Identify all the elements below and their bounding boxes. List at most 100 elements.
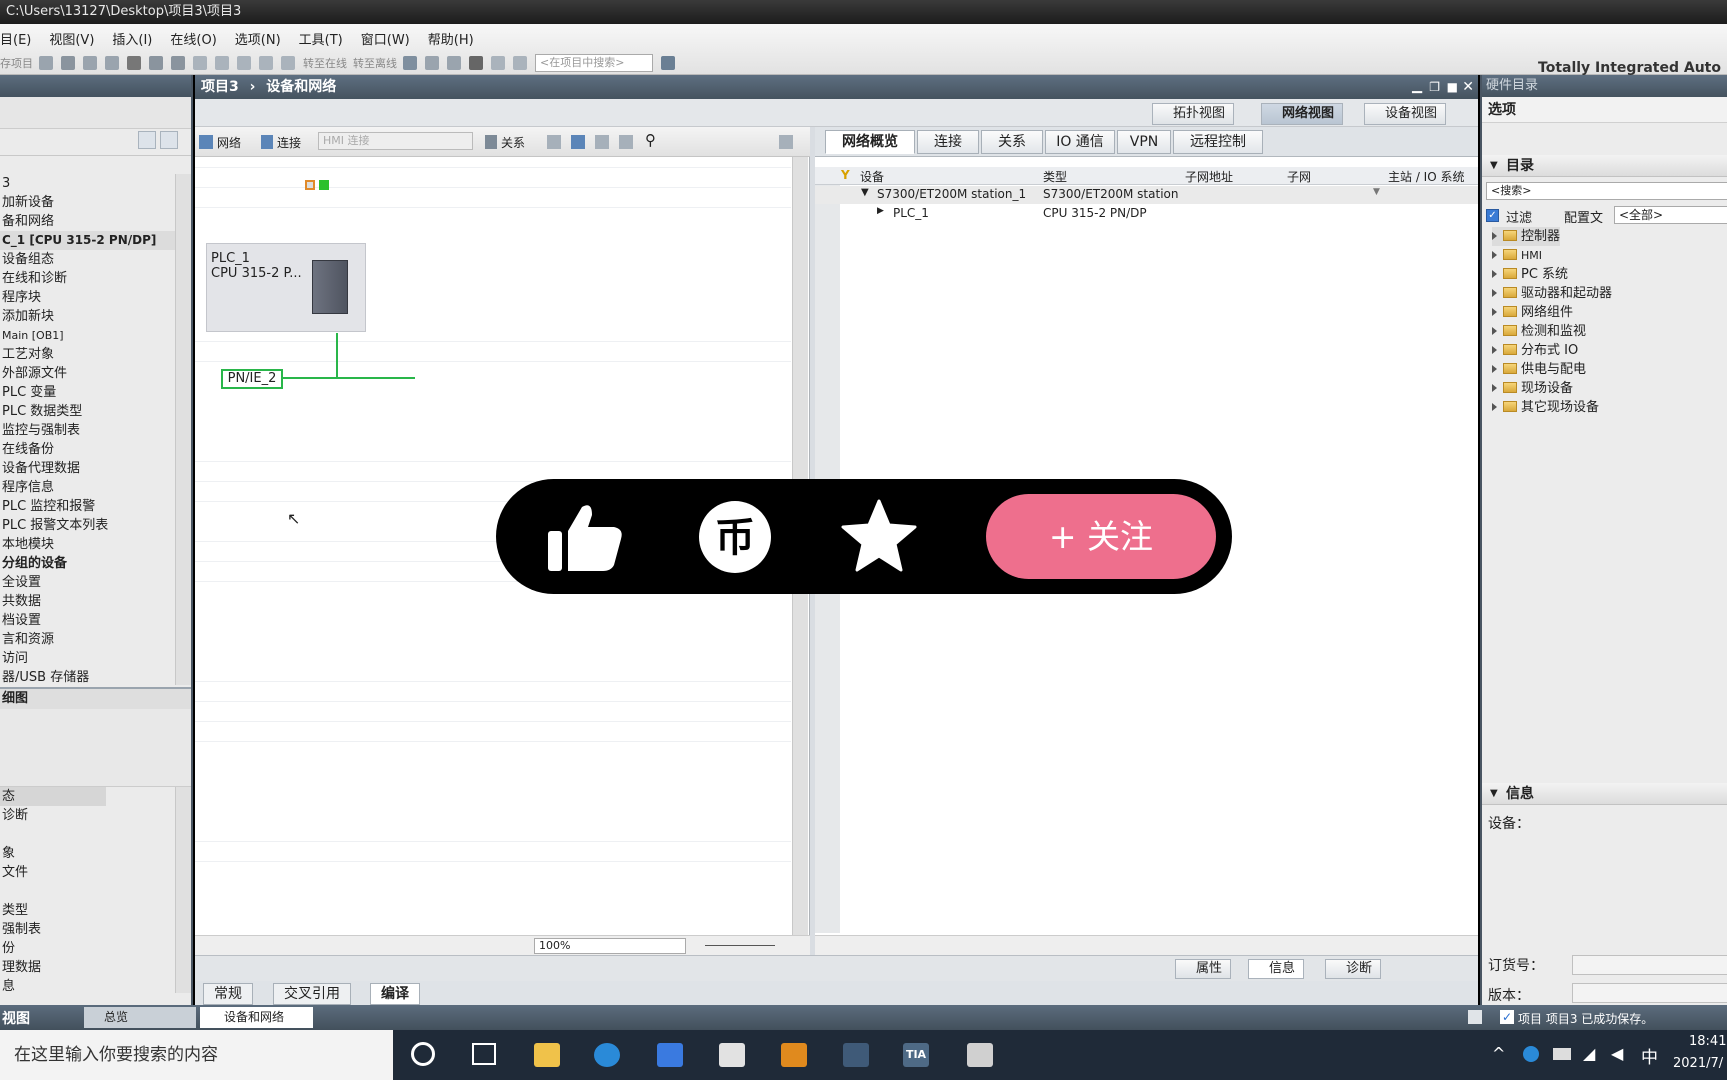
topology-view-tab[interactable]: 拓扑视图 [1152, 103, 1235, 125]
catalog-item-drives[interactable]: 驱动器和起动器 [1492, 284, 1612, 303]
tab-compile[interactable]: 编译 [370, 983, 420, 1005]
expand-icon[interactable] [1492, 384, 1497, 392]
paste-icon[interactable] [105, 56, 119, 70]
tree-view-icon[interactable] [138, 131, 156, 149]
column-device[interactable]: 设备 [860, 168, 884, 185]
expand-icon[interactable] [1492, 289, 1497, 297]
details-item[interactable]: 象 [0, 844, 175, 863]
catalog-options[interactable]: 选项 [1482, 97, 1727, 123]
device-view-tab[interactable]: 设备视图 [1364, 103, 1447, 125]
cut-icon[interactable] [61, 56, 75, 70]
tab-general[interactable]: 常规 [203, 983, 253, 1005]
details-item[interactable]: 强制表 [0, 920, 175, 939]
filter-checkbox[interactable]: ✓ [1486, 209, 1499, 222]
tree-item-alarm-texts[interactable]: PLC 报警文本列表 [0, 516, 175, 535]
column-subnet[interactable]: 子网 [1287, 168, 1311, 185]
restore-icon[interactable]: ❐ [1429, 75, 1440, 99]
details-item[interactable]: 份 [0, 939, 175, 958]
connections-mode-button[interactable]: 连接 [277, 134, 301, 151]
tree-item-watch-tables[interactable]: 监控与强制表 [0, 421, 175, 440]
tree-item-plc-alarms[interactable]: PLC 监控和报警 [0, 497, 175, 516]
tree-item-plc-tags[interactable]: PLC 变量 [0, 383, 175, 402]
cortana-icon[interactable] [411, 1042, 435, 1066]
network-horizontal-scrollbar[interactable]: 100% [195, 935, 810, 955]
diagnostics-tab[interactable]: 诊断 [1325, 959, 1382, 979]
expand-icon[interactable] [1492, 232, 1497, 240]
expand-icon[interactable] [1492, 365, 1497, 373]
maximize-icon[interactable]: ■ [1447, 75, 1458, 99]
project-tree-scrollbar[interactable] [175, 174, 191, 685]
details-item[interactable]: 息 [0, 977, 175, 996]
remote-app-icon[interactable] [781, 1043, 807, 1067]
tree-item-add-block[interactable]: 添加新块 [0, 307, 175, 326]
profinet-port-icon[interactable] [305, 180, 315, 190]
tree-item-add-device[interactable]: 加新设备 [0, 193, 175, 212]
calculator-icon[interactable] [843, 1043, 869, 1067]
wifi-icon[interactable]: ◢ [1583, 1044, 1595, 1063]
cross-reference-icon[interactable] [469, 56, 483, 70]
tree-item-devices-networks[interactable]: 备和网络 [0, 212, 175, 231]
tab-relations[interactable]: 关系 [981, 130, 1043, 154]
grid-icon[interactable] [595, 135, 609, 149]
expand-down-icon[interactable]: ▼ [861, 187, 869, 198]
tree-item-main-ob1[interactable]: Main [OB1] [0, 326, 175, 345]
catalog-item-power[interactable]: 供电与配电 [1492, 360, 1586, 379]
overview-toggle-icon[interactable] [779, 135, 793, 149]
edge-browser-icon[interactable] [594, 1043, 620, 1067]
filter-icon[interactable]: Y [841, 168, 850, 182]
tree-item-device-proxy[interactable]: 设备代理数据 [0, 459, 175, 478]
tree-item-tech-objects[interactable]: 工艺对象 [0, 345, 175, 364]
catalog-item-distributed-io[interactable]: 分布式 IO [1492, 341, 1578, 360]
tree-item-common-data[interactable]: 共数据 [0, 592, 175, 611]
tree-item-local-modules[interactable]: 本地模块 [0, 535, 175, 554]
volume-icon[interactable]: ◀ [1611, 1044, 1623, 1063]
table-row[interactable]: ▼ S7300/ET200M station_1 S7300/ET200M st… [815, 186, 1478, 204]
details-item[interactable]: 理数据 [0, 958, 175, 977]
menu-view[interactable]: 视图(V) [49, 29, 94, 48]
split-horizontal-icon[interactable] [491, 56, 505, 70]
tree-item-grouped-devices[interactable]: 分组的设备 [0, 554, 175, 573]
menu-edit[interactable]: 目(E) [0, 29, 31, 48]
menu-options[interactable]: 选项(N) [235, 29, 281, 48]
print-icon[interactable] [39, 56, 53, 70]
column-subnet-address[interactable]: 子网地址 [1185, 168, 1233, 185]
minimize-icon[interactable]: ▁ [1412, 75, 1422, 99]
catalog-section-header[interactable]: ▼ 目录 [1482, 155, 1727, 177]
layout-icon[interactable] [619, 135, 633, 149]
details-view-scrollbar[interactable] [175, 787, 191, 993]
status-info-icon[interactable] [1468, 1010, 1482, 1024]
favorite-star-icon[interactable] [841, 499, 917, 573]
file-explorer-icon[interactable] [534, 1043, 560, 1067]
breadcrumb-project[interactable]: 项目3 [201, 79, 239, 95]
order-number-field[interactable] [1572, 955, 1727, 975]
search-go-icon[interactable] [661, 56, 675, 70]
relations-icon[interactable] [485, 135, 497, 149]
subnet-line[interactable] [275, 377, 415, 379]
tree-item-external-sources[interactable]: 外部源文件 [0, 364, 175, 383]
network-mode-icon[interactable] [199, 135, 213, 149]
expand-icon[interactable] [1492, 403, 1497, 411]
network-view-tab[interactable]: 网络视图 [1261, 103, 1344, 125]
collapse-icon[interactable]: ▼ [1490, 155, 1498, 177]
collapse-icon[interactable]: ▼ [1490, 783, 1498, 805]
menu-help[interactable]: 帮助(H) [428, 29, 474, 48]
catalog-item-network-components[interactable]: 网络组件 [1492, 303, 1573, 322]
zoom-slider[interactable] [705, 945, 775, 946]
breadcrumb-page[interactable]: 设备和网络 [266, 79, 336, 95]
tree-item-online-diag[interactable]: 在线和诊断 [0, 269, 175, 288]
presentation-app-icon[interactable] [719, 1043, 745, 1067]
address-table-icon[interactable] [547, 135, 561, 149]
copy-icon[interactable] [83, 56, 97, 70]
menu-insert[interactable]: 插入(I) [112, 29, 152, 48]
catalog-item-detection[interactable]: 检测和监视 [1492, 322, 1586, 341]
terminal-app-icon[interactable] [967, 1043, 993, 1067]
catalog-item-other-field-devices[interactable]: 其它现场设备 [1492, 398, 1599, 417]
tab-connections[interactable]: 连接 [917, 130, 979, 154]
expand-icon[interactable] [1492, 308, 1497, 316]
tree-item-plc-datatypes[interactable]: PLC 数据类型 [0, 402, 175, 421]
app-icon[interactable] [657, 1043, 683, 1067]
tab-remote-control[interactable]: 远程控制 [1173, 130, 1263, 154]
details-item[interactable] [0, 882, 175, 901]
ime-indicator[interactable]: 中 [1641, 1043, 1658, 1068]
expand-icon[interactable] [1492, 327, 1497, 335]
